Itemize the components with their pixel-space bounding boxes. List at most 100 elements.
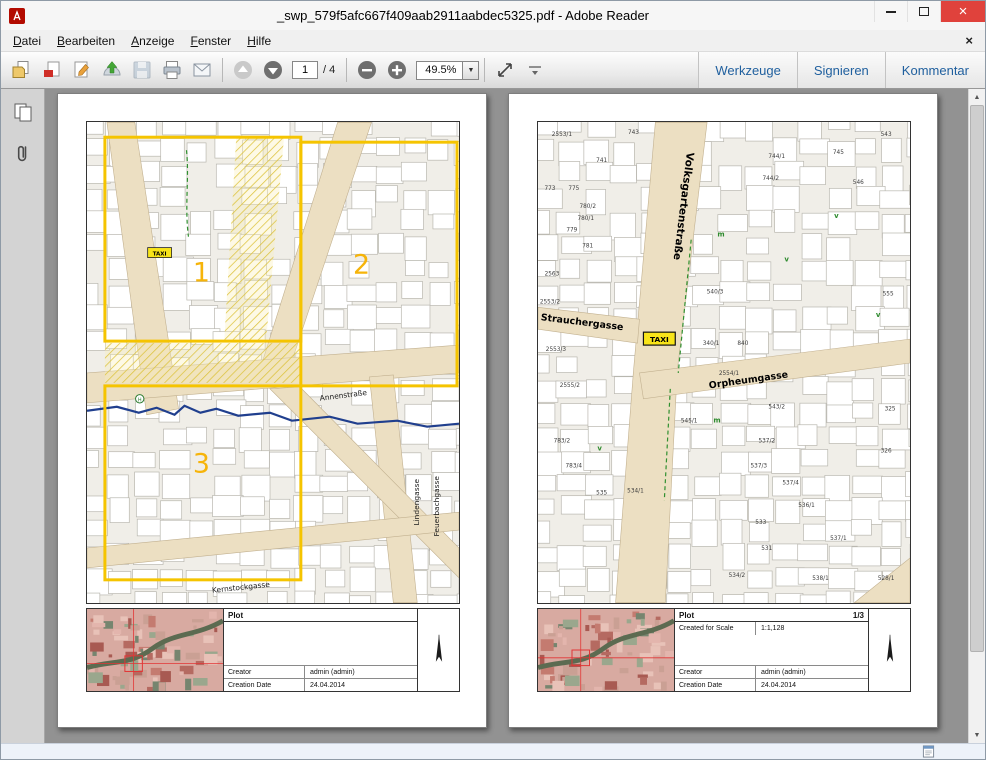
page-thumbnails-icon	[12, 101, 34, 123]
menu-bearbeiten[interactable]: Bearbeiten	[49, 31, 123, 51]
parcel-number-label: 535	[596, 490, 607, 496]
document-status-icon[interactable]	[922, 745, 935, 758]
close-button[interactable]: ×	[940, 1, 985, 22]
zoom-out-button[interactable]	[352, 56, 382, 84]
parcel-number-label: 2553/1	[552, 132, 573, 138]
hydrant-marker: H	[136, 395, 144, 404]
scroll-up-arrow[interactable]: ▲	[969, 89, 985, 105]
previous-page-button[interactable]	[228, 56, 258, 84]
street-name-label: Feuerbachgasse	[432, 476, 441, 537]
zoom-level-combobox[interactable]: 49.5% ▼	[416, 61, 479, 80]
parcel-number-label: 744/2	[762, 176, 779, 182]
vegetation-mark: m	[717, 231, 724, 239]
page-thumbnails-button[interactable]	[10, 99, 36, 125]
page-number-input[interactable]	[292, 61, 318, 79]
tools-panel-button[interactable]: Werkzeuge	[698, 52, 797, 88]
parcel-number-label: 743	[628, 130, 639, 136]
menubar-close-icon[interactable]: ×	[961, 33, 977, 48]
scrollbar-track[interactable]	[969, 105, 985, 727]
parcel-number-label: 533	[755, 520, 766, 526]
north-arrow	[418, 608, 460, 692]
minimize-button[interactable]	[874, 1, 907, 22]
parcel-number-label: 780/2	[579, 204, 596, 210]
parcel-number-label: 540/3	[707, 289, 724, 295]
vegetation-mark: v	[784, 256, 789, 264]
parcel-number-label: 538/1	[812, 576, 829, 582]
parcel-number-label: 340/1	[703, 341, 720, 347]
creation-date-value: 24.04.2014	[304, 679, 417, 691]
vertical-scrollbar[interactable]: ▲ ▼	[968, 89, 985, 743]
plot-title: Plot	[228, 611, 243, 620]
region-number-label: 2	[353, 249, 370, 280]
creator-value: admin (admin)	[755, 666, 868, 678]
parcel-number-label: 543	[881, 132, 892, 138]
sheet-page-indicator: 1/3	[853, 611, 864, 620]
taxi-badge: TAXI	[643, 332, 675, 345]
parcel-number-label: 745	[833, 150, 844, 156]
toolbar-overflow-icon	[524, 59, 546, 81]
document-view[interactable]: TAXI H 123AnnenstraßeKernstockgasseLinde…	[45, 89, 968, 743]
parcel-number-label: 2555/2	[560, 383, 581, 389]
scroll-down-arrow[interactable]: ▼	[969, 727, 985, 743]
menu-anzeige[interactable]: Anzeige	[123, 31, 182, 51]
open-file-button[interactable]	[7, 56, 37, 84]
sign-button[interactable]	[67, 56, 97, 84]
detail-map-frame: TAXI 2553/1743741773775780/2780/17797812…	[537, 121, 911, 604]
north-arrow	[869, 608, 911, 692]
vegetation-mark: v	[597, 445, 602, 453]
vegetation-mark: v	[834, 212, 839, 220]
sign-panel-button[interactable]: Signieren	[797, 52, 885, 88]
creation-date-label: Creation Date	[675, 679, 755, 691]
creator-label: Creator	[224, 666, 304, 678]
plot-footer: Plot Creator admin (admin) Creation Date…	[86, 608, 460, 692]
sign-pen-icon	[71, 59, 93, 81]
upload-cloud-icon	[101, 59, 123, 81]
next-page-button[interactable]	[258, 56, 288, 84]
menu-bar: DateiBearbeitenAnzeigeFensterHilfe ×	[1, 30, 985, 52]
attachments-button[interactable]	[10, 141, 36, 167]
zoom-in-button[interactable]	[382, 56, 412, 84]
parcel-number-label: 531	[761, 546, 772, 552]
print-button[interactable]	[157, 56, 187, 84]
parcel-number-label: 543/2	[768, 405, 785, 411]
svg-text:TAXI: TAXI	[650, 335, 669, 344]
menu-fenster[interactable]: Fenster	[182, 31, 239, 51]
region-number-label: 1	[193, 257, 210, 288]
fit-window-icon	[494, 59, 516, 81]
menu-datei[interactable]: Datei	[5, 31, 49, 51]
toolbar-overflow-button[interactable]	[520, 56, 550, 84]
print-icon	[161, 59, 183, 81]
pdf-page-1: TAXI H 123AnnenstraßeKernstockgasseLinde…	[57, 93, 487, 728]
maximize-button[interactable]	[907, 1, 940, 22]
detail-cadastral-map: TAXI 2553/1743741773775780/2780/17797812…	[538, 122, 910, 603]
parcel-number-label: 534/1	[627, 488, 644, 494]
parcel-number-label: 326	[881, 449, 892, 455]
share-upload-button[interactable]	[97, 56, 127, 84]
parcel-number-label: 537/2	[758, 439, 775, 445]
scrollbar-thumb[interactable]	[970, 105, 984, 652]
comment-panel-button[interactable]: Kommentar	[885, 52, 985, 88]
create-pdf-button[interactable]	[37, 56, 67, 84]
zoom-level-value: 49.5%	[417, 62, 462, 79]
fit-window-button[interactable]	[490, 56, 520, 84]
taxi-badge: TAXI	[148, 248, 172, 258]
status-bar	[1, 743, 985, 759]
main-toolbar: / 4 49.5% ▼	[1, 52, 985, 89]
scale-label: Created for Scale	[675, 622, 755, 635]
window-title: _swp_579f5afc667f409aab2911aabdec5325.pd…	[61, 8, 865, 23]
email-button[interactable]	[187, 56, 217, 84]
creation-date-label: Creation Date	[224, 679, 304, 691]
title-bar: _swp_579f5afc667f409aab2911aabdec5325.pd…	[1, 1, 985, 30]
svg-text:H: H	[138, 397, 142, 403]
zoom-dropdown-arrow-icon[interactable]: ▼	[462, 62, 478, 79]
next-page-icon	[262, 59, 284, 81]
vegetation-mark: v	[876, 311, 881, 319]
menu-hilfe[interactable]: Hilfe	[239, 31, 279, 51]
parcel-number-label: 2563	[545, 271, 560, 277]
plot-title: Plot	[679, 611, 694, 620]
parcel-number-label: 2553/2	[540, 299, 561, 305]
vegetation-mark: m	[713, 417, 720, 425]
previous-page-icon	[232, 59, 254, 81]
email-envelope-icon	[191, 59, 213, 81]
save-button[interactable]	[127, 56, 157, 84]
